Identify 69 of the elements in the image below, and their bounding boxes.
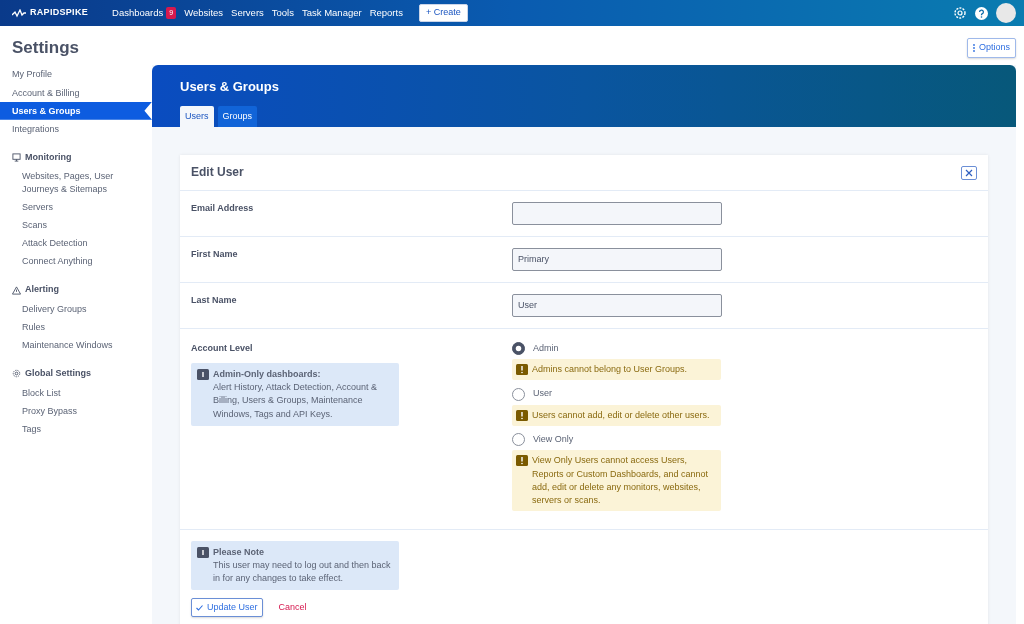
help-icon[interactable] <box>975 6 988 20</box>
sidebar-item[interactable]: Scans <box>0 215 152 234</box>
warning-triangle-icon <box>12 285 21 295</box>
radio-label: Admin <box>533 341 559 355</box>
sidebar-item[interactable]: Attack Detection <box>0 234 152 253</box>
page-title: Settings <box>12 38 80 59</box>
sidebar-item[interactable]: Account & Billing <box>0 83 152 102</box>
info-title: Admin-Only dashboards: <box>213 368 322 382</box>
info-text: Alert History, Attack Detection, Account & Billing, Users & Groups, Maintenance Windows, Tags and API Keys. <box>213 381 378 421</box>
gear-icon <box>12 369 21 379</box>
settings-icon[interactable] <box>953 6 967 20</box>
sidebar-heading: Global Settings <box>25 367 91 381</box>
exclamation-icon <box>516 455 528 467</box>
sidebar-item[interactable]: Integrations <box>0 119 152 138</box>
sidebar-item[interactable]: Maintenance Windows <box>0 336 152 355</box>
brand-name: RAPIDSPIKE <box>30 6 88 20</box>
close-icon <box>965 168 973 177</box>
nav-link[interactable]: Websites <box>184 5 224 21</box>
warning-text: Users cannot add, edit or delete other users. <box>532 408 710 422</box>
field-label: Email Address <box>191 202 254 213</box>
tab[interactable]: Users <box>180 106 214 128</box>
warning-text: Admins cannot belong to User Groups. <box>532 363 688 377</box>
sidebar-item[interactable]: Block List <box>0 383 152 402</box>
avatar[interactable] <box>996 3 1016 23</box>
checkmark-icon <box>196 604 203 611</box>
sidebar-item[interactable]: Users & Groups <box>0 101 152 120</box>
radio-button[interactable] <box>512 387 525 401</box>
sidebar-heading: Alerting <box>25 283 59 297</box>
input-field[interactable]: User <box>512 293 722 317</box>
exclamation-icon <box>516 364 528 376</box>
sidebar-item[interactable]: Proxy Bypass <box>0 401 152 420</box>
info-icon <box>197 546 209 558</box>
options-button[interactable]: Options <box>966 38 1016 58</box>
logo-icon <box>12 8 26 18</box>
card-title: Edit User <box>191 165 244 180</box>
close-button[interactable] <box>961 165 977 180</box>
exclamation-icon <box>516 409 528 421</box>
sidebar-item[interactable]: Tags <box>0 420 152 439</box>
section-title: Users & Groups <box>180 79 280 95</box>
monitor-icon <box>12 153 21 163</box>
sidebar-item[interactable]: Rules <box>0 317 152 337</box>
warning-text: View Only Users cannot access Users, Reports or Custom Dashboards, and cannot add, edit or delete any monitors, websites, servers or scans. <box>532 454 710 507</box>
field-label: First Name <box>191 248 238 259</box>
input-field[interactable] <box>512 201 722 225</box>
create-button[interactable]: + Create <box>418 4 468 22</box>
field-label: Account Level <box>191 341 254 355</box>
kebab-icon <box>972 44 975 53</box>
update-user-button[interactable]: Update User <box>191 597 263 618</box>
info-icon <box>197 369 209 381</box>
sidebar-item[interactable]: Connect Anything <box>0 252 152 271</box>
note-title: Please Note <box>213 545 266 559</box>
sidebar-item[interactable]: Servers <box>0 197 152 216</box>
radio-label: View Only <box>533 432 574 446</box>
radio-button[interactable] <box>512 342 525 356</box>
cancel-link[interactable]: Cancel <box>278 600 307 615</box>
sidebar-heading: Monitoring <box>25 150 72 164</box>
nav-link[interactable]: Reports <box>369 5 403 21</box>
tab[interactable]: Groups <box>217 106 258 128</box>
nav-link[interactable]: Tools <box>271 5 294 21</box>
field-label: Last Name <box>191 294 237 305</box>
sidebar-item[interactable]: Delivery Groups <box>0 299 152 318</box>
radio-button[interactable] <box>512 433 525 447</box>
sidebar-item[interactable]: My Profile <box>0 65 152 84</box>
note-text: This user may need to log out and then back in for any changes to take effect. <box>213 558 392 585</box>
radio-label: User <box>533 387 552 401</box>
input-field[interactable]: Primary <box>512 247 722 271</box>
nav-link[interactable]: Task Manager <box>302 5 362 21</box>
sidebar-item[interactable]: Websites, Pages, User Journeys & Sitemaps <box>0 167 152 198</box>
nav-link[interactable]: Servers <box>231 5 264 21</box>
